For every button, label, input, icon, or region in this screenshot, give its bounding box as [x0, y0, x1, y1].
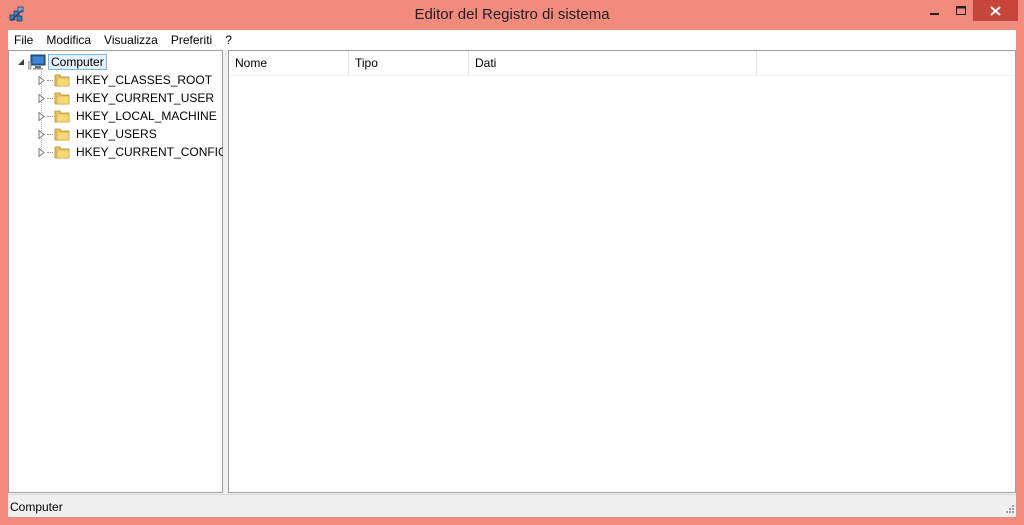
column-header-name[interactable]: Nome [229, 51, 349, 76]
folder-icon [54, 128, 70, 141]
tree-item-label: HKEY_CURRENT_USER [76, 91, 215, 105]
minimize-icon [930, 12, 939, 15]
menu-modifica[interactable]: Modifica [40, 33, 98, 47]
maximize-button[interactable] [948, 0, 973, 21]
values-list-pane[interactable]: Nome Tipo Dati [228, 50, 1016, 493]
collapsed-arrow-icon[interactable] [38, 129, 46, 139]
tree-item-label: Computer [48, 54, 107, 70]
menu-preferiti[interactable]: Preferiti [165, 33, 219, 47]
tree-dots [47, 97, 53, 99]
menu-bar: File Modifica Visualizza Preferiti ? [8, 30, 1016, 50]
collapsed-arrow-icon[interactable] [38, 147, 46, 157]
resize-grip-icon[interactable] [1004, 505, 1014, 515]
tree-item-label: HKEY_CURRENT_CONFIG [76, 145, 228, 159]
folder-icon [54, 92, 70, 105]
close-icon [990, 5, 1001, 16]
folder-icon [54, 110, 70, 123]
column-header-row: Nome Tipo Dati [229, 51, 1015, 76]
tree-item-label: HKEY_USERS [76, 127, 157, 141]
status-bar: Computer [8, 494, 1016, 517]
minimize-button[interactable] [922, 0, 948, 21]
tree-item-hkey-current-config[interactable]: HKEY_CURRENT_CONFIG [38, 143, 227, 161]
collapsed-arrow-icon[interactable] [38, 111, 46, 121]
tree-item-hkey-local-machine[interactable]: HKEY_LOCAL_MACHINE [38, 107, 217, 125]
collapsed-arrow-icon[interactable] [38, 75, 46, 85]
window-bottom-border[interactable] [0, 517, 1024, 525]
tree-item-label: HKEY_CLASSES_ROOT [76, 73, 213, 87]
tree-dots [47, 79, 53, 81]
tree-item-hkey-current-user[interactable]: HKEY_CURRENT_USER [38, 89, 214, 107]
expanded-arrow-icon[interactable] [17, 58, 25, 66]
tree-dots [47, 133, 53, 135]
status-path: Computer [10, 500, 63, 514]
tree-item-hkey-classes-root[interactable]: HKEY_CLASSES_ROOT [38, 71, 212, 89]
window-title: Editor del Registro di sistema [414, 6, 610, 23]
tree-item-computer[interactable]: Computer [17, 53, 107, 71]
maximize-icon [955, 5, 966, 15]
close-button[interactable] [973, 0, 1018, 21]
tree-item-label: HKEY_LOCAL_MACHINE [76, 109, 217, 123]
folder-icon [54, 74, 70, 87]
tree-item-hkey-users[interactable]: HKEY_USERS [38, 125, 157, 143]
menu-file[interactable]: File [8, 33, 40, 47]
menu-help[interactable]: ? [219, 33, 239, 47]
column-header-data[interactable]: Dati [469, 51, 757, 76]
folder-icon [54, 146, 70, 159]
title-bar[interactable]: Editor del Registro di sistema [0, 0, 1024, 30]
menu-visualizza[interactable]: Visualizza [98, 33, 165, 47]
tree-dots [47, 151, 53, 153]
collapsed-arrow-icon[interactable] [38, 93, 46, 103]
computer-icon [28, 54, 46, 70]
tree-dots [47, 115, 53, 117]
column-header-type[interactable]: Tipo [349, 51, 469, 76]
client-area: Computer HKEY_CLASSES_ROOT HKEY_CURRENT_… [8, 50, 1016, 494]
key-tree-pane[interactable]: Computer HKEY_CLASSES_ROOT HKEY_CURRENT_… [8, 50, 227, 493]
registry-editor-window: Editor del Registro di sistema File Modi… [0, 0, 1024, 525]
